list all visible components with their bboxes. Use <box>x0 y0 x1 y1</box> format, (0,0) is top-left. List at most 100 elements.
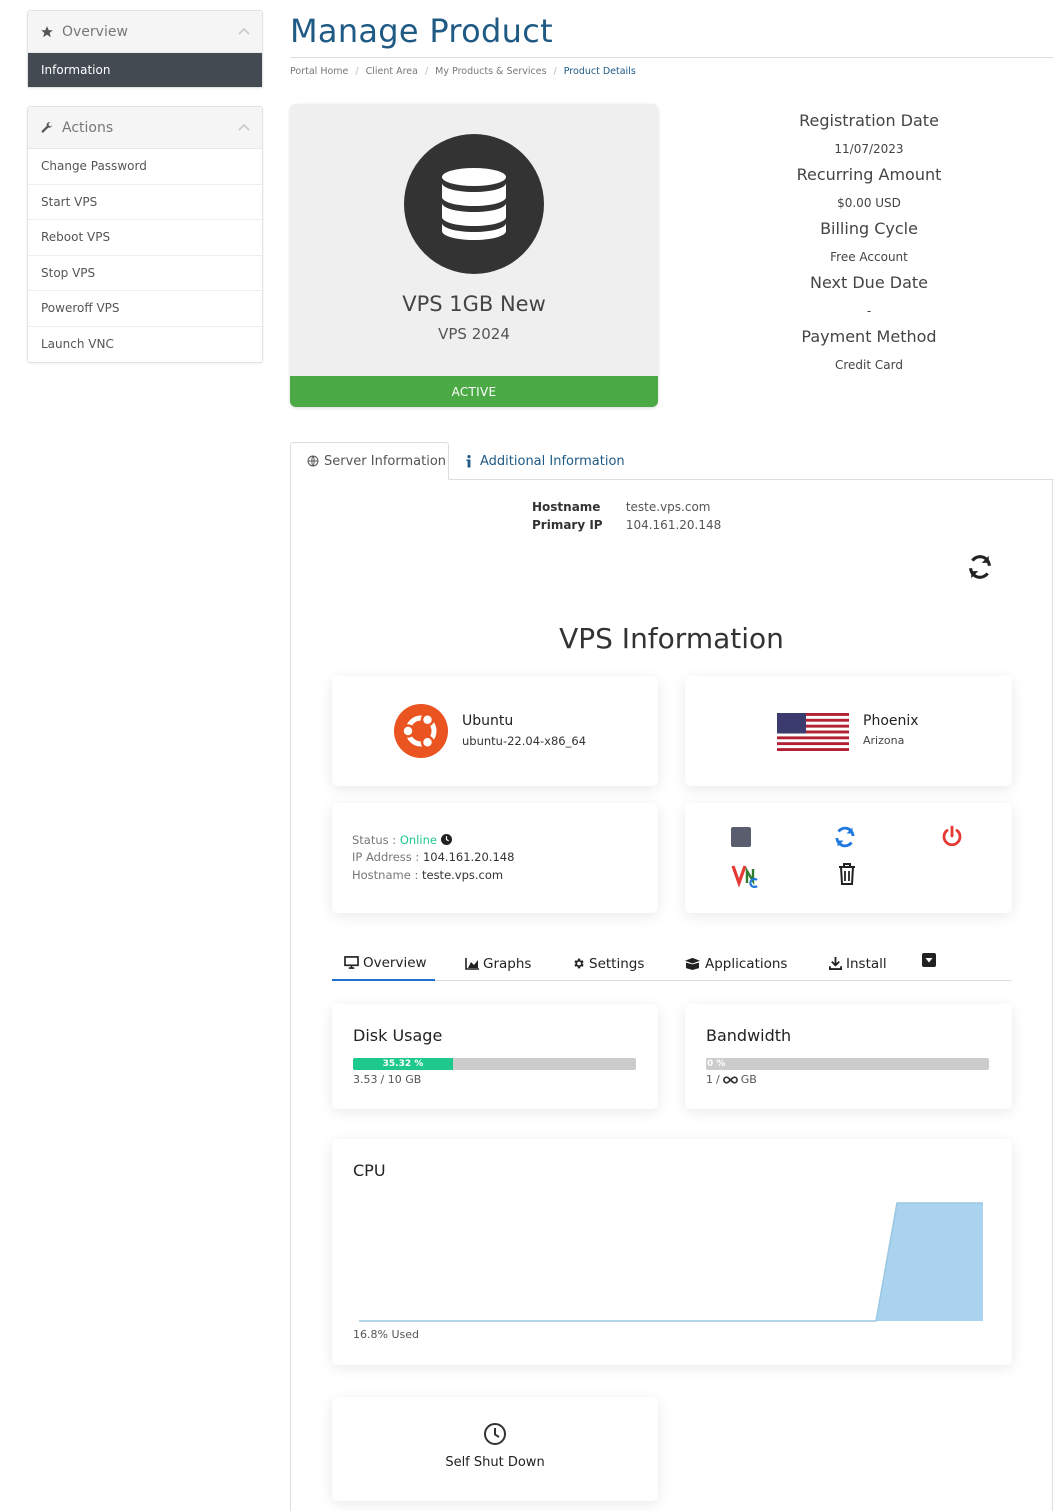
bandwidth-separator: / <box>716 1073 720 1086</box>
tab-server-information[interactable]: Server Information <box>290 442 449 480</box>
sidebar-item-change-password[interactable]: Change Password <box>28 149 262 185</box>
status-value: Online <box>399 833 437 847</box>
billing-cycle-value: Free Account <box>830 250 908 264</box>
payment-method-value: Credit Card <box>835 358 903 372</box>
infinity-icon <box>722 1075 738 1084</box>
subtab-overview-label: Overview <box>363 954 427 971</box>
disk-usage-bar: 35.32 % <box>353 1058 636 1070</box>
hostname-status-row: Hostname : teste.vps.com <box>352 868 503 882</box>
breadcrumb-separator: / <box>355 66 359 77</box>
sidebar-item-stop-vps[interactable]: Stop VPS <box>28 256 262 291</box>
globe-icon <box>307 455 319 467</box>
breadcrumb-separator: / <box>424 66 429 77</box>
actions-panel: Actions Change Password Start VPS Reboot… <box>27 106 263 363</box>
status-row: Status : Online <box>352 833 452 848</box>
disk-used: 3.53 <box>353 1073 378 1086</box>
primary-ip-row: Primary IP 104.161.20.148 <box>532 518 721 532</box>
wrench-icon <box>40 121 56 135</box>
vps-information-title: VPS Information <box>559 622 784 655</box>
tab-server-information-label: Server Information <box>324 453 447 469</box>
status-label: Status : <box>352 833 397 847</box>
disk-usage-title: Disk Usage <box>353 1026 443 1045</box>
tab-additional-information-label: Additional Information <box>480 453 625 469</box>
overview-panel-header[interactable]: Overview <box>28 11 262 53</box>
breadcrumb-my-products[interactable]: My Products & Services <box>435 66 546 77</box>
chevron-up-icon[interactable] <box>238 23 250 39</box>
subtab-graphs[interactable]: Graphs <box>465 946 531 981</box>
hostname-value: teste.vps.com <box>625 500 711 514</box>
page-title: Manage Product <box>290 12 553 50</box>
location-city: Phoenix <box>863 713 919 729</box>
billing-info: Registration Date 11/07/2023 Recurring A… <box>740 110 998 380</box>
overview-panel: Overview Information <box>27 10 263 88</box>
registration-date-value: 11/07/2023 <box>834 142 904 156</box>
subtab-install-label: Install <box>846 955 887 972</box>
chart-icon <box>465 957 479 970</box>
self-shutdown-label: Self Shut Down <box>445 1455 545 1470</box>
us-flag <box>777 713 849 755</box>
disk-total: / 10 GB <box>380 1073 422 1086</box>
self-shutdown-card[interactable]: Self Shut Down <box>332 1397 658 1501</box>
recurring-amount-value: $0.00 USD <box>837 196 901 210</box>
cpu-card: CPU 16.8% Used <box>332 1139 1012 1365</box>
next-due-date-label: Next Due Date <box>810 273 928 292</box>
ip-label: IP Address : <box>352 850 420 864</box>
cpu-title: CPU <box>353 1161 386 1180</box>
caret-down-icon[interactable] <box>922 942 936 977</box>
cpu-used-label: 16.8% Used <box>353 1328 419 1341</box>
stop-icon[interactable] <box>730 826 752 848</box>
monitor-icon <box>344 956 359 969</box>
bandwidth-bar: 0 % <box>706 1058 989 1070</box>
subtab-settings[interactable]: Settings <box>572 946 644 981</box>
controls-card <box>685 803 1012 913</box>
subtab-applications[interactable]: Applications <box>684 946 787 981</box>
boxes-icon <box>684 957 701 970</box>
os-card: Ubuntu ubuntu-22.04-x86_64 <box>332 676 658 786</box>
breadcrumb-product-details: Product Details <box>563 66 636 77</box>
tab-additional-information[interactable]: Additional Information <box>466 442 625 480</box>
payment-method-label: Payment Method <box>801 327 937 346</box>
breadcrumb-portal-home[interactable]: Portal Home <box>290 66 348 77</box>
info-icon <box>466 454 472 468</box>
bandwidth-card: Bandwidth 0 % 1 / GB <box>685 1004 1012 1109</box>
status-card: Status : Online IP Address : 104.161.20.… <box>332 803 658 913</box>
product-card: VPS 1GB New VPS 2024 ACTIVE <box>290 104 658 407</box>
subtab-settings-label: Settings <box>589 955 645 972</box>
refresh-icon[interactable] <box>966 553 994 585</box>
ubuntu-logo <box>394 704 448 762</box>
hostname-status-value: teste.vps.com <box>421 868 504 882</box>
title-divider <box>290 57 1053 58</box>
clock-icon <box>483 1422 507 1450</box>
primary-ip-value: 104.161.20.148 <box>625 518 722 532</box>
location-card: Phoenix Arizona <box>685 676 1012 786</box>
actions-panel-header[interactable]: Actions <box>28 107 262 149</box>
subtab-overview[interactable]: Overview <box>332 946 435 981</box>
subtab-install[interactable]: Install <box>829 946 887 981</box>
ip-row: IP Address : 104.161.20.148 <box>352 850 514 864</box>
os-name: Ubuntu <box>462 713 514 729</box>
sidebar-item-poweroff-vps[interactable]: Poweroff VPS <box>28 291 262 327</box>
power-icon[interactable] <box>939 824 965 850</box>
sidebar-item-reboot-vps[interactable]: Reboot VPS <box>28 220 262 256</box>
primary-ip-label: Primary IP <box>532 518 603 532</box>
cpu-graph <box>359 1202 983 1322</box>
sidebar-item-information[interactable]: Information <box>28 53 262 87</box>
bandwidth-used: 1 <box>706 1073 713 1086</box>
sidebar-item-launch-vnc[interactable]: Launch VNC <box>28 327 262 363</box>
hostname-label: Hostname <box>532 500 601 514</box>
trash-icon[interactable] <box>836 861 858 887</box>
breadcrumb-separator: / <box>553 66 557 77</box>
registration-date-label: Registration Date <box>799 111 939 130</box>
hostname-row: Hostname teste.vps.com <box>532 500 710 514</box>
star-icon <box>40 25 56 39</box>
sidebar-item-start-vps[interactable]: Start VPS <box>28 185 262 220</box>
bandwidth-total: GB <box>740 1073 757 1086</box>
chevron-up-icon[interactable] <box>238 119 250 135</box>
actions-panel-title: Actions <box>62 119 114 136</box>
status-badge: ACTIVE <box>290 376 658 407</box>
overview-panel-title: Overview <box>62 23 128 40</box>
vnc-icon[interactable] <box>731 863 759 889</box>
breadcrumb-client-area[interactable]: Client Area <box>366 66 418 77</box>
refresh-icon[interactable] <box>832 824 858 850</box>
os-version: ubuntu-22.04-x86_64 <box>462 734 587 748</box>
